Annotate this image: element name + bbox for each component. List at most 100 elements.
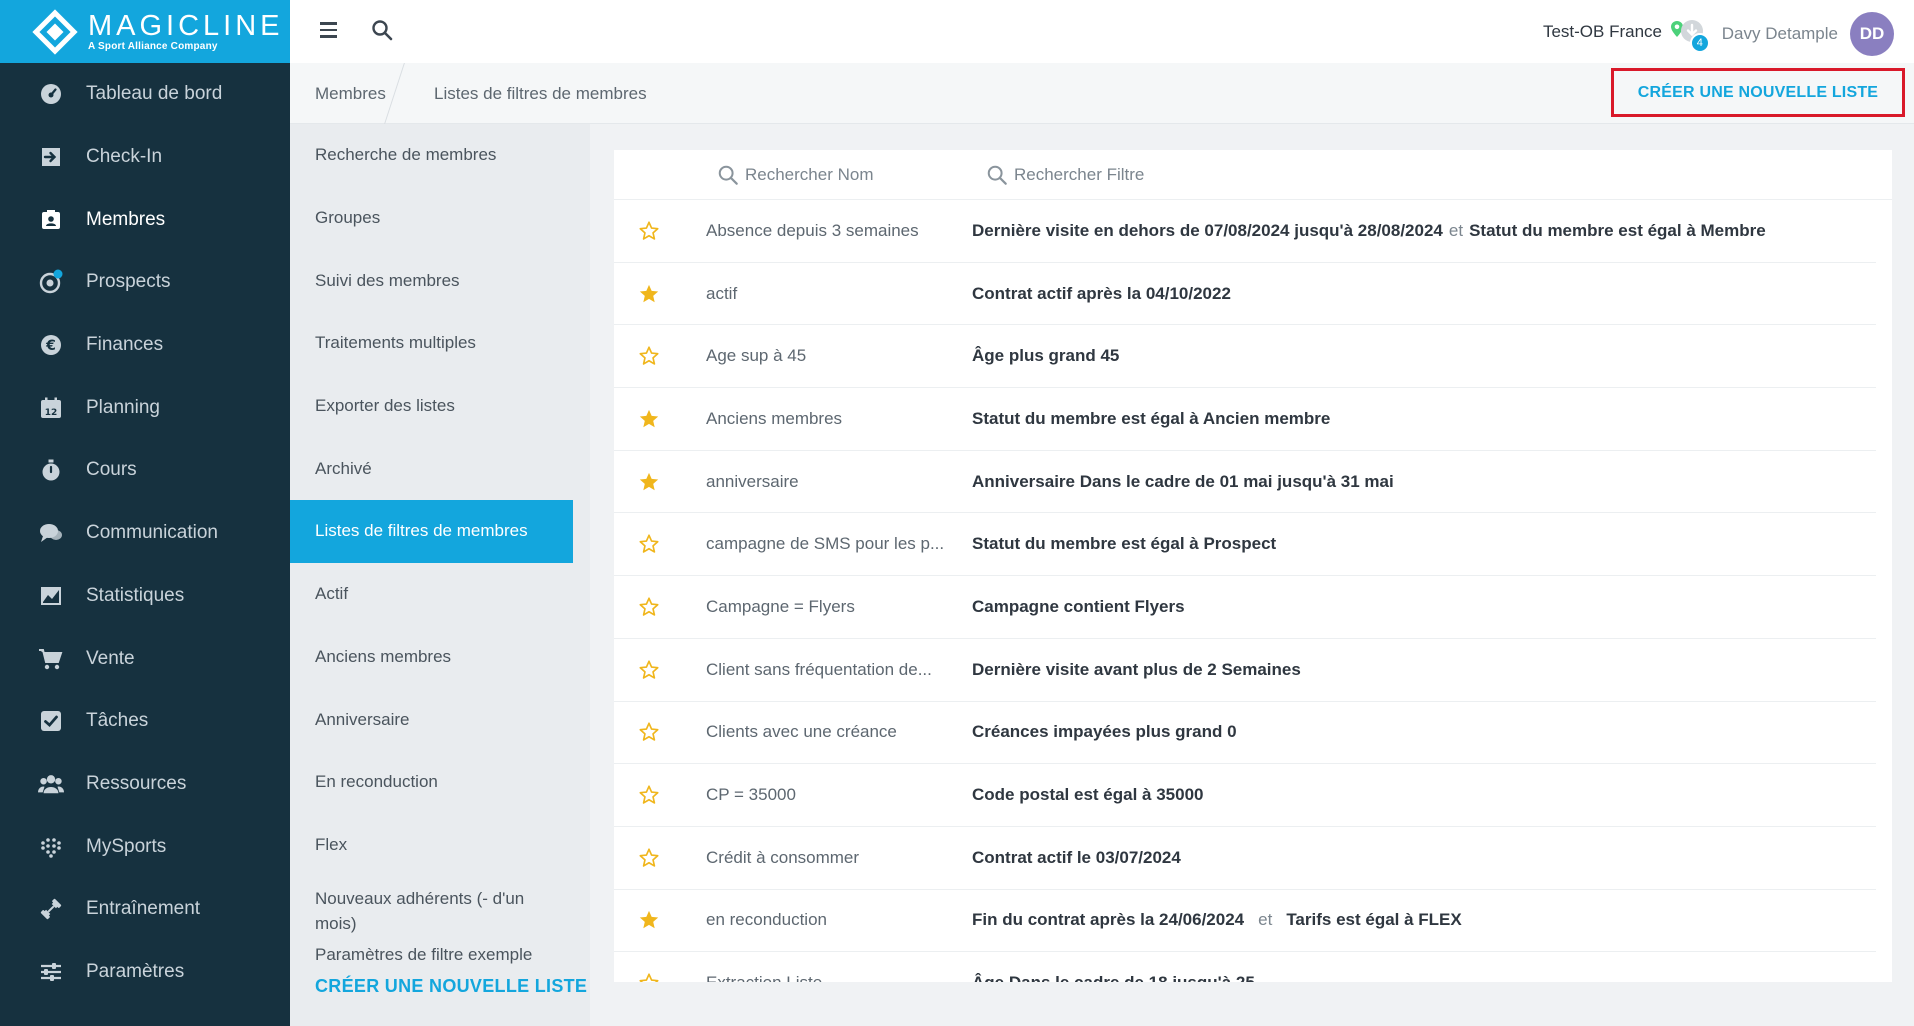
table-row[interactable]: actif Contrat actif après la 04/10/2022 [614, 263, 1876, 326]
table-row[interactable]: Client sans fréquentation de... Dernière … [614, 639, 1876, 702]
star-outline-icon[interactable] [614, 784, 684, 806]
sidebar-item-vente[interactable]: Vente [0, 627, 290, 690]
subnav-item[interactable]: Exporter des listes [290, 375, 573, 438]
list-filter[interactable]: Contrat actif après la 04/10/2022 [958, 284, 1231, 304]
list-filter[interactable]: Créances impayées plus grand 0 [958, 722, 1237, 742]
list-filter[interactable]: Statut du membre est égal à Ancien membr… [958, 409, 1330, 429]
list-name[interactable]: Client sans fréquentation de... [684, 660, 958, 680]
list-name[interactable]: anniversaire [684, 472, 958, 492]
table-row[interactable]: Clients avec une créance Créances impayée… [614, 702, 1876, 765]
list-name[interactable]: actif [684, 284, 958, 304]
sidebar-item-check-in[interactable]: Check-In [0, 126, 290, 189]
user-avatar[interactable]: DD [1850, 12, 1894, 56]
star-outline-icon[interactable] [614, 847, 684, 869]
list-name[interactable]: Anciens membres [684, 409, 958, 429]
star-outline-icon[interactable] [614, 533, 684, 555]
star-outline-icon[interactable] [614, 659, 684, 681]
sidebar-item-label: Statistiques [86, 584, 185, 606]
list-name[interactable]: Crédit à consommer [684, 848, 958, 868]
table-row[interactable]: Crédit à consommer Contrat actif le 03/07… [614, 827, 1876, 890]
hamburger-menu-icon[interactable] [316, 18, 342, 44]
table-row[interactable]: Extraction Liste Âge Dans le cadre de 18 … [614, 952, 1876, 982]
list-name[interactable]: en reconduction [684, 910, 958, 930]
star-filled-icon[interactable] [614, 909, 684, 931]
star-outline-icon[interactable] [614, 220, 684, 242]
sidebar-item-cours[interactable]: Cours [0, 439, 290, 502]
star-filled-icon[interactable] [614, 471, 684, 493]
sidebar-item-membres[interactable]: Membres [0, 188, 290, 251]
global-search-icon[interactable] [370, 18, 396, 44]
subnav-item[interactable]: Recherche de membres [290, 124, 573, 187]
sidebar-item-tableau-de-bord[interactable]: Tableau de bord [0, 63, 290, 126]
table-row[interactable]: CP = 35000 Code postal est égal à 35000 [614, 764, 1876, 827]
chat-icon [38, 520, 64, 546]
list-name[interactable]: Campagne = Flyers [684, 597, 958, 617]
sidebar-item-taches[interactable]: Tâches [0, 690, 290, 753]
star-outline-icon[interactable] [614, 345, 684, 367]
create-new-list-button[interactable]: CRÉER UNE NOUVELLE LISTE [1611, 68, 1905, 117]
subnav-item[interactable]: Nouveaux adhérents (- d'un mois) [290, 876, 535, 938]
sidebar-item-label: Planning [86, 396, 160, 418]
sidebar-item-entrainement[interactable]: Entraînement [0, 878, 290, 941]
star-outline-icon[interactable] [614, 721, 684, 743]
star-outline-icon[interactable] [614, 596, 684, 618]
subnav-item[interactable]: Paramètres de filtre exemple [290, 938, 573, 972]
table-row[interactable]: Age sup à 45 Âge plus grand 45 [614, 325, 1876, 389]
table-row[interactable]: campagne de SMS pour les p... Statut du m… [614, 513, 1876, 577]
table-row[interactable]: Anciens membres Statut du membre est égal… [614, 388, 1876, 451]
search-name-input[interactable]: Rechercher Nom [717, 164, 874, 186]
sidebar-item-planning[interactable]: 12 Planning [0, 376, 290, 439]
list-filter[interactable]: Fin du contrat après la 24/06/2024 et Tari… [958, 910, 1462, 930]
brand-logo[interactable]: MAGICLINE A Sport Alliance Company [0, 0, 290, 63]
subnav-item[interactable]: En reconduction [290, 751, 573, 814]
search-icon [718, 165, 738, 185]
table-row[interactable]: anniversaire Anniversaire Dans le cadre d… [614, 451, 1876, 514]
sidebar-item-mysports[interactable]: MySports [0, 815, 290, 878]
star-filled-icon[interactable] [614, 283, 684, 305]
list-name[interactable]: Absence depuis 3 semaines [684, 221, 958, 241]
list-filter[interactable]: Campagne contient Flyers [958, 597, 1185, 617]
list-filter[interactable]: Contrat actif le 03/07/2024 [958, 848, 1181, 868]
search-name-placeholder: Rechercher Nom [745, 165, 874, 184]
star-outline-icon[interactable] [614, 972, 684, 982]
subnav-item[interactable]: Groupes [290, 187, 573, 250]
sidebar-item-finances[interactable]: € Finances [0, 314, 290, 377]
list-filter[interactable]: Anniversaire Dans le cadre de 01 mai jus… [958, 472, 1394, 492]
table-row[interactable]: en reconduction Fin du contrat après la 2… [614, 890, 1876, 953]
list-filter[interactable]: Code postal est égal à 35000 [958, 785, 1204, 805]
table-row[interactable]: Campagne = Flyers Campagne contient Flyer… [614, 576, 1876, 639]
table-row[interactable]: Absence depuis 3 semaines Dernière visite… [614, 200, 1876, 263]
subnav-item[interactable]: Traitements multiples [290, 312, 573, 375]
studio-selector[interactable]: Test-OB France [1543, 20, 1684, 43]
star-filled-icon[interactable] [614, 408, 684, 430]
breadcrumb-members[interactable]: Membres [315, 84, 386, 104]
list-filter[interactable]: Âge Dans le cadre de 18 jusqu'à 25 [958, 973, 1255, 982]
list-filter[interactable]: Âge plus grand 45 [958, 346, 1119, 366]
list-filter[interactable]: Dernière visite en dehors de 07/08/2024 … [958, 221, 1766, 241]
sidebar-item-statistiques[interactable]: Statistiques [0, 565, 290, 628]
subnav-item[interactable]: Flex [290, 814, 573, 877]
list-name[interactable]: Extraction Liste [684, 973, 958, 982]
list-filter[interactable]: Statut du membre est égal à Prospect [958, 534, 1276, 554]
subnav-item[interactable]: Suivi des membres [290, 249, 573, 312]
list-name[interactable]: Clients avec une créance [684, 722, 958, 742]
search-filter-placeholder: Rechercher Filtre [1014, 165, 1145, 184]
notifications-button[interactable]: 4 [1678, 17, 1712, 53]
subnav-item[interactable]: Actif [290, 563, 573, 626]
user-name[interactable]: Davy Detample [1722, 24, 1838, 44]
subnav-item[interactable]: Listes de filtres de membres [290, 500, 573, 563]
subnav-item[interactable]: Anniversaire [290, 688, 573, 751]
subnav-item[interactable]: Anciens membres [290, 626, 573, 689]
sidebar-item-parametres[interactable]: Paramètres [0, 941, 290, 1004]
sidebar-item-communication[interactable]: Communication [0, 502, 290, 565]
search-filter-input[interactable]: Rechercher Filtre [986, 164, 1144, 186]
create-new-list-link[interactable]: CRÉER UNE NOUVELLE LISTE [290, 976, 590, 997]
list-name[interactable]: Age sup à 45 [684, 346, 958, 366]
studio-name: Test-OB France [1542, 21, 1662, 41]
subnav-item[interactable]: Archivé [290, 437, 573, 500]
list-name[interactable]: CP = 35000 [684, 785, 958, 805]
list-name[interactable]: campagne de SMS pour les p... [684, 534, 958, 554]
sidebar-item-prospects[interactable]: Prospects [0, 251, 290, 314]
sidebar-item-ressources[interactable]: Ressources [0, 753, 290, 816]
list-filter[interactable]: Dernière visite avant plus de 2 Semaines [958, 660, 1301, 680]
